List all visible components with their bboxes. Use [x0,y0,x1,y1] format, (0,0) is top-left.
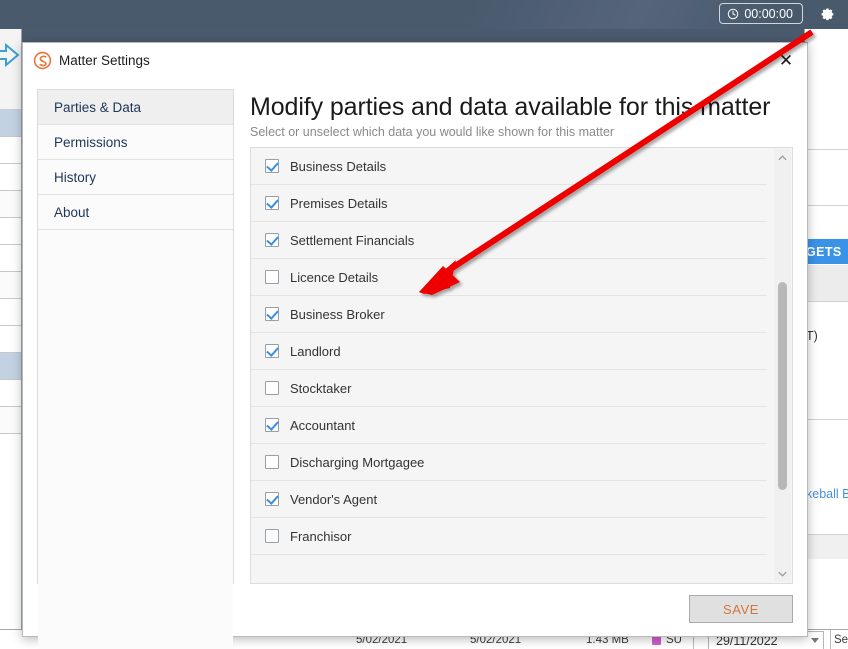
checkbox-settlement-financials[interactable] [265,233,279,247]
list-item[interactable]: Premises Details [251,185,767,222]
background-right-link[interactable]: keball B [804,487,848,501]
matter-settings-dialog: Matter Settings ✕ Parties & Data Permiss… [22,42,808,649]
checkbox-accountant[interactable] [265,418,279,432]
dialog-titlebar: Matter Settings ✕ [23,43,807,79]
list-item-label: Premises Details [290,195,388,211]
list-item-label: Accountant [290,417,356,433]
settings-sidebar: Parties & Data Permissions History About [37,89,234,649]
screen-root: 00:00:00 ettlel [0,0,848,649]
background-row[interactable] [0,164,21,191]
sidebar-item-permissions[interactable]: Permissions [38,125,233,160]
checkbox-business-details[interactable] [265,159,279,173]
parties-data-list: Business Details Premises Details Settle… [250,147,793,584]
clock-icon [728,8,739,19]
checkbox-discharging-mortgagee[interactable] [265,455,279,469]
gear-icon-glyph [821,8,834,21]
chevron-down-icon[interactable] [774,565,791,582]
dialog-body: Parties & Data Permissions History About… [37,89,793,649]
gear-icon[interactable] [818,5,836,23]
checkbox-landlord[interactable] [265,344,279,358]
divider [804,149,848,150]
background-row[interactable] [0,299,21,326]
background-right-panel: GETS T) keball B [804,29,848,629]
dialog-footer: SAVE [37,592,793,626]
list-item[interactable]: Business Details [251,148,767,185]
save-button[interactable]: SAVE [689,595,793,623]
list-scrollbar[interactable] [774,149,791,582]
checkbox-business-broker[interactable] [265,307,279,321]
list-item[interactable]: Settlement Financials [251,222,767,259]
list-item[interactable]: Landlord [251,333,767,370]
page-subtitle: Select or unselect which data you would … [250,125,615,139]
list-item-label: Business Broker [290,306,385,322]
sidebar-item-parties-and-data[interactable]: Parties & Data [38,90,233,125]
list-item-label: Landlord [290,343,341,359]
list-item[interactable]: Franchisor [251,518,767,555]
list-item[interactable]: Accountant [251,407,767,444]
settings-content: Modify parties and data available for th… [234,89,793,584]
list-item-label: Discharging Mortgagee [290,454,425,470]
swirl-s-logo-icon [33,51,52,70]
sidebar-item-label: About [54,205,90,220]
background-row[interactable] [0,326,21,353]
list-item-label: Settlement Financials [290,232,415,248]
divider [830,630,831,649]
list-item-label: Business Details [290,158,387,174]
background-left-header: ettlel [0,29,21,110]
list-item-label: Vendor's Agent [290,491,378,507]
scrollbar-thumb[interactable] [778,282,787,490]
page-title: Modify parties and data available for th… [250,93,771,121]
background-row[interactable] [0,380,21,407]
background-row[interactable] [0,245,21,272]
checkbox-vendors-agent[interactable] [265,492,279,506]
background-row[interactable] [0,407,21,434]
list-item-label: Franchisor [290,528,352,544]
chevron-down-glyph [778,571,787,577]
right-arrow-outline-icon [0,42,20,68]
background-right-band [804,265,848,302]
sidebar-item-label: Permissions [54,135,128,150]
checkbox-stocktaker[interactable] [265,381,279,395]
timer-widget[interactable]: 00:00:00 [719,3,803,24]
chevron-up-icon[interactable] [774,149,791,166]
timer-value: 00:00:00 [744,6,793,21]
divider [804,419,848,420]
background-row[interactable] [0,272,21,299]
background-row[interactable] [0,191,21,218]
chevron-down-icon[interactable] [811,638,819,643]
background-right-text: T) [806,329,818,343]
background-row[interactable] [0,137,21,164]
sidebar-item-label: History [54,170,97,185]
background-right-footer [804,534,848,559]
sidebar-item-label: Parties & Data [54,100,142,115]
sidebar-item-history[interactable]: History [38,160,233,195]
app-topbar: 00:00:00 [0,0,848,29]
budgets-button[interactable]: GETS [804,239,848,264]
divider [804,205,848,206]
list-item[interactable]: Discharging Mortgagee [251,444,767,481]
list-item[interactable]: Licence Details [251,259,767,296]
checkbox-premises-details[interactable] [265,196,279,210]
background-left-panel: ettlel [0,29,22,649]
background-row[interactable] [0,353,21,380]
background-row[interactable] [0,218,21,245]
checkbox-licence-details[interactable] [265,270,279,284]
list-item-label: Stocktaker [290,380,352,396]
sidebar-item-about[interactable]: About [38,195,233,230]
background-left-rows [0,110,21,649]
close-icon[interactable]: ✕ [773,48,799,74]
background-row[interactable] [0,110,21,137]
chevron-up-glyph [778,154,787,160]
checkbox-franchisor[interactable] [265,529,279,543]
dialog-title: Matter Settings [59,53,150,68]
list-item-label: Licence Details [290,269,379,285]
list-item[interactable]: Stocktaker [251,370,767,407]
parties-data-list-inner: Business Details Premises Details Settle… [251,148,767,583]
list-item[interactable]: Business Broker [251,296,767,333]
sidebar-filler [38,230,233,649]
bottom-cell-trailing: Se [834,634,848,646]
list-item[interactable]: Vendor's Agent [251,481,767,518]
status-chip [652,636,661,645]
